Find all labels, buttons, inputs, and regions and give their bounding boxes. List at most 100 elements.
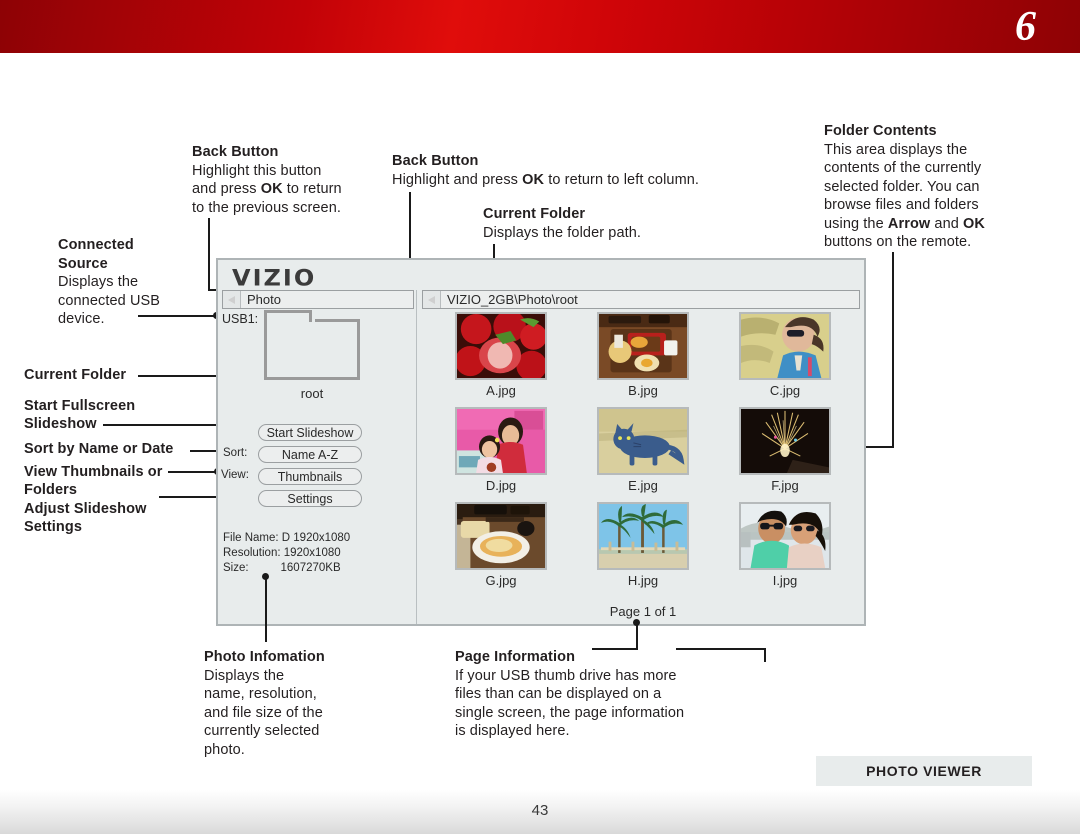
thumbnail-row: G.jpg H.jpg I.jpg	[430, 502, 856, 597]
callout-line: and press OK to return	[192, 180, 382, 199]
blue-cat-art	[599, 409, 687, 473]
thumbnail-image-fireworks[interactable]	[739, 407, 831, 475]
callout-text: Highlight and press	[392, 171, 523, 188]
page-number: 43	[531, 802, 549, 819]
callout-line: name, resolution,	[204, 686, 317, 702]
thumbnail-cell[interactable]: H.jpg	[572, 502, 714, 597]
callout-line: to the previous screen.	[192, 199, 341, 216]
callout-line: contents of the currently	[824, 160, 982, 176]
label-start-fullscreen-1: Start Fullscreen	[24, 398, 136, 414]
callout-title: Back Button	[392, 153, 479, 169]
callout-folder-contents: Folder Contents This area displays the c…	[824, 122, 1036, 252]
thumbnail-image-pasta-dish[interactable]	[455, 502, 547, 570]
callout-title: Connected	[58, 237, 134, 253]
thumbnail-image-woman-sunglasses[interactable]	[739, 312, 831, 380]
couple-selfie-art	[741, 504, 829, 568]
tv-photo-viewer-screen: VIZIO Photo VIZIO_2GB\Photo\root USB1: r…	[216, 258, 866, 626]
arrow-key: Arrow	[887, 215, 931, 232]
view-select[interactable]: Thumbnails	[258, 468, 362, 485]
two-girls-art	[457, 409, 545, 473]
label-adjust-slideshow-2: Settings	[24, 519, 82, 535]
thumbnail-caption: H.jpg	[627, 573, 659, 588]
settings-button[interactable]: Settings	[258, 490, 362, 507]
folder-tile-root[interactable]: root	[264, 310, 364, 401]
thumbnail-caption: A.jpg	[486, 383, 516, 398]
callout-text: to return to left column.	[544, 171, 700, 188]
resolution-info: Resolution: 1920x1080	[223, 547, 341, 559]
callout-line: single screen, the page information	[455, 704, 685, 721]
thumbnail-caption: F.jpg	[771, 478, 799, 493]
callout-text: using the	[824, 215, 888, 232]
callout-title: Back Button	[192, 144, 279, 160]
thumbnail-image-strawberries[interactable]	[455, 312, 547, 380]
leader-line	[892, 252, 894, 448]
thumbnail-caption: E.jpg	[628, 478, 658, 493]
callout-title: Current Folder	[483, 206, 586, 222]
callout-line: files than can be displayed on a	[455, 686, 662, 702]
thumbnail-cell[interactable]: G.jpg	[430, 502, 572, 597]
ok-key: OK	[963, 215, 985, 232]
callout-line: and file size of the	[204, 704, 323, 721]
pasta-dish-art	[457, 504, 545, 568]
callout-line: If your USB thumb drive has more	[455, 667, 677, 684]
leader-line	[168, 471, 218, 473]
back-button-left[interactable]	[223, 291, 241, 308]
callout-line: Displays the folder path.	[483, 224, 642, 241]
callout-line: device.	[58, 311, 105, 327]
callout-line: buttons on the remote.	[824, 234, 972, 250]
column-divider	[416, 290, 417, 624]
breadcrumb-left[interactable]: Photo	[222, 290, 414, 309]
thumbnail-row: A.jpg B.jpg C.jpg	[430, 312, 856, 407]
view-label: View:	[221, 469, 249, 481]
callout-line: connected USB	[58, 292, 161, 309]
sort-select[interactable]: Name A-Z	[258, 446, 362, 463]
callout-line: Displays the	[58, 274, 139, 290]
callout-line: This area displays the	[824, 141, 968, 158]
thumbnail-cell[interactable]: E.jpg	[572, 407, 714, 502]
thumbnail-caption: C.jpg	[769, 383, 801, 398]
breadcrumb-right[interactable]: VIZIO_2GB\Photo\root	[422, 290, 860, 309]
file-name-info: File Name: D 1920x1080	[223, 532, 351, 544]
thumbnail-cell[interactable]: I.jpg	[714, 502, 856, 597]
triangle-left-icon	[228, 295, 235, 304]
callout-title: Folder Contents	[824, 123, 937, 139]
thumbnail-image-couple-selfie[interactable]	[739, 502, 831, 570]
leader-dot	[633, 619, 640, 626]
thumbnail-image-two-girls[interactable]	[455, 407, 547, 475]
ok-key: OK	[522, 171, 545, 188]
thumbnail-image-blue-cat[interactable]	[597, 407, 689, 475]
back-button-right[interactable]	[423, 291, 441, 308]
thumbnail-caption: G.jpg	[485, 573, 517, 588]
callout-title: Photo Infomation	[204, 649, 325, 665]
folder-icon	[264, 310, 360, 380]
thumbnail-cell[interactable]: A.jpg	[430, 312, 572, 407]
woman-sunglasses-art	[741, 314, 829, 378]
callout-title: Page Information	[455, 649, 576, 665]
food-tray-art	[599, 314, 687, 378]
thumbnail-caption: B.jpg	[628, 383, 658, 398]
thumbnail-cell[interactable]: B.jpg	[572, 312, 714, 407]
callout-line: selected folder. You can	[824, 178, 980, 195]
connected-source-label: USB1:	[222, 312, 259, 326]
strawberries-art	[457, 314, 545, 378]
thumbnail-cell[interactable]: C.jpg	[714, 312, 856, 407]
callout-line: is displayed here.	[455, 723, 570, 739]
label-current-folder: Current Folder	[24, 367, 127, 383]
section-tab: PHOTO VIEWER	[816, 756, 1032, 786]
start-slideshow-button[interactable]: Start Slideshow	[258, 424, 362, 441]
palm-trees-art	[599, 504, 687, 568]
leader-line	[265, 576, 267, 642]
thumbnail-image-food-tray[interactable]	[597, 312, 689, 380]
thumbnail-caption: D.jpg	[485, 478, 517, 493]
thumbnail-cell[interactable]: F.jpg	[714, 407, 856, 502]
leader-line	[208, 218, 210, 290]
thumbnail-row: D.jpg E.jpg F.jpg	[430, 407, 856, 502]
callout-page-information: Page Information If your USB thumb drive…	[455, 648, 755, 741]
leader-dot	[262, 573, 269, 580]
callout-current-folder: Current Folder Displays the folder path.	[483, 205, 743, 242]
thumbnail-cell[interactable]: D.jpg	[430, 407, 572, 502]
thumbnail-image-palm-trees[interactable]	[597, 502, 689, 570]
callout-title: Source	[58, 255, 108, 272]
breadcrumb-left-text: Photo	[247, 292, 281, 307]
thumbnail-caption: I.jpg	[772, 573, 798, 588]
